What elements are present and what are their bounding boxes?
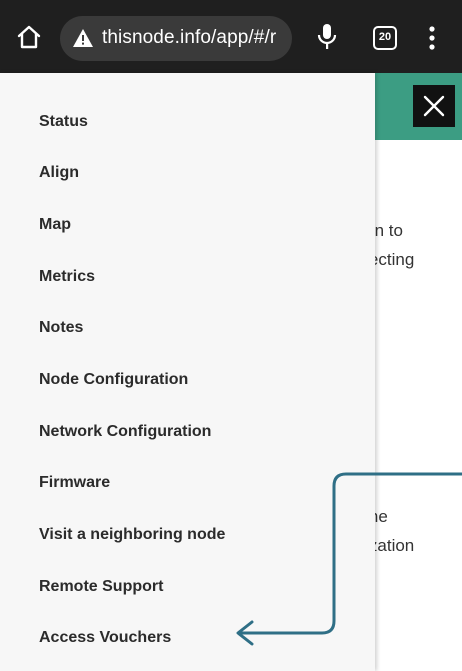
nav-item-notes[interactable]: Notes (39, 319, 83, 337)
nav-item-map[interactable]: Map (39, 216, 71, 234)
tab-count: 20 (378, 31, 392, 43)
url-text: thisnode.info/app/#/r (102, 27, 277, 48)
nav-item-align[interactable]: Align (39, 164, 79, 182)
microphone-icon[interactable] (315, 22, 339, 52)
nav-item-node-configuration[interactable]: Node Configuration (39, 371, 188, 389)
navigation-drawer: Status Align Map Metrics Notes Node Conf… (0, 73, 375, 671)
warning-triangle-icon[interactable] (72, 28, 94, 48)
nav-item-status[interactable]: Status (39, 113, 88, 131)
kebab-menu-icon[interactable] (424, 24, 440, 52)
address-bar[interactable]: thisnode.info/app/#/r (60, 16, 292, 61)
close-icon[interactable] (413, 85, 455, 127)
nav-item-metrics[interactable]: Metrics (39, 268, 95, 286)
nav-item-firmware[interactable]: Firmware (39, 474, 110, 492)
nav-item-remote-support[interactable]: Remote Support (39, 578, 163, 596)
nav-item-network-configuration[interactable]: Network Configuration (39, 423, 211, 441)
nav-item-access-vouchers[interactable]: Access Vouchers (39, 629, 171, 647)
home-icon[interactable] (16, 24, 42, 50)
browser-toolbar: thisnode.info/app/#/r 20 (0, 0, 462, 73)
tab-switcher-button[interactable]: 20 (373, 26, 397, 50)
nav-item-visit-neighboring-node[interactable]: Visit a neighboring node (39, 526, 225, 544)
